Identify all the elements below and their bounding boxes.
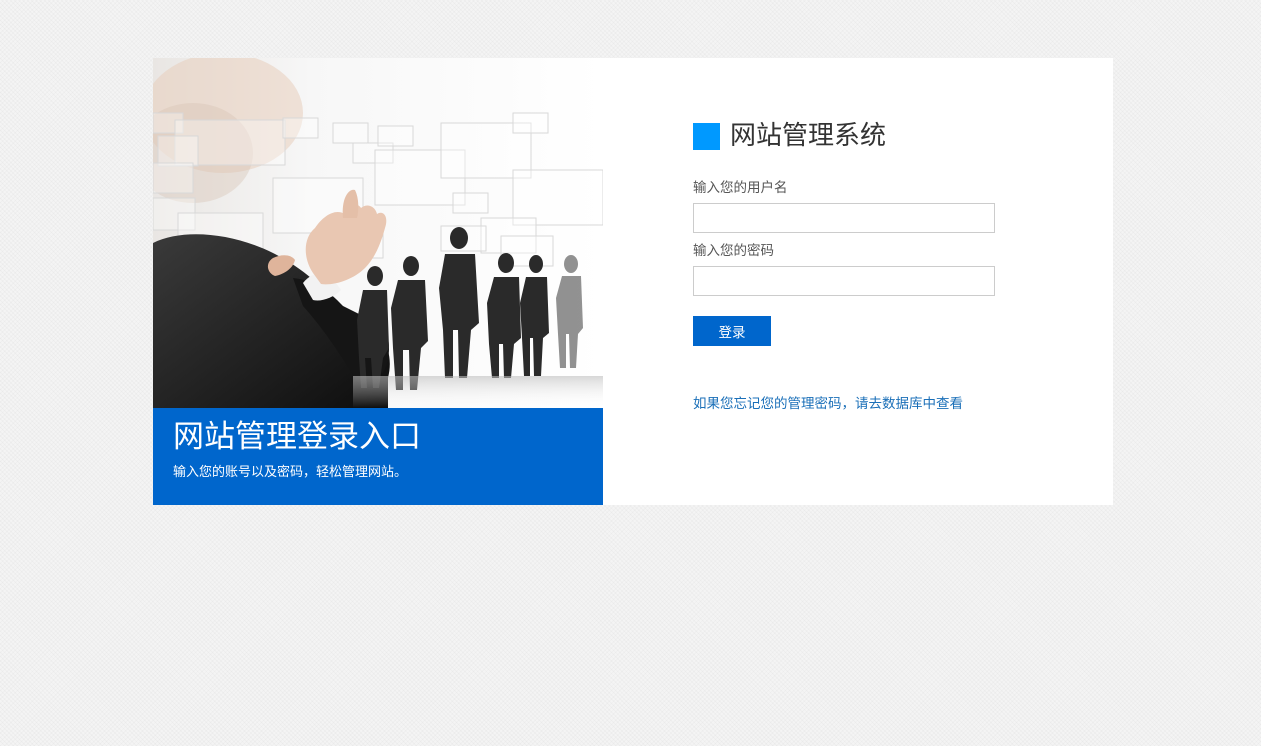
username-input[interactable] — [693, 203, 995, 233]
forgot-password-link[interactable]: 如果您忘记您的管理密码，请去数据库中查看 — [693, 395, 963, 413]
username-label: 输入您的用户名 — [693, 180, 788, 196]
page-title: 网站管理系统 — [730, 121, 887, 151]
square-logo-icon — [693, 122, 720, 150]
brand-heading: 网站管理系统 — [693, 120, 886, 152]
password-input[interactable] — [693, 266, 995, 296]
hero-panel: 网站管理登录入口 输入您的账号以及密码，轻松管理网站。 — [153, 58, 603, 505]
hero-banner: 网站管理登录入口 输入您的账号以及密码，轻松管理网站。 — [153, 408, 603, 505]
hero-image — [153, 58, 603, 408]
hero-title: 网站管理登录入口 — [173, 419, 421, 455]
hero-subtitle: 输入您的账号以及密码，轻松管理网站。 — [173, 465, 408, 480]
login-form: 网站管理系统 输入您的用户名 输入您的密码 登录 如果您忘记您的管理密码，请去数… — [693, 58, 1093, 505]
password-label: 输入您的密码 — [693, 243, 774, 259]
login-card: 网站管理登录入口 输入您的账号以及密码，轻松管理网站。 网站管理系统 输入您的用… — [153, 58, 1113, 505]
login-button[interactable]: 登录 — [693, 316, 771, 346]
